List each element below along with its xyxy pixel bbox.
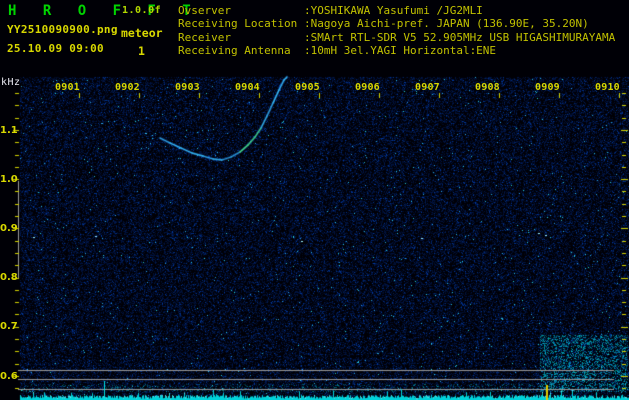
xtick-0909: 0909 (535, 82, 560, 93)
xtick-0901: 0901 (55, 82, 80, 93)
info-value: :10mH 3el.YAGI Horizontal:ENE (304, 44, 497, 58)
ytick-1.0: 1.0 (0, 174, 18, 185)
xtick-0903: 0903 (175, 82, 200, 93)
info-row-antenna: Receiving Antenna :10mH 3el.YAGI Horizon… (178, 44, 626, 57)
info-label: Receiver (178, 30, 231, 44)
ytick-0.9: 0.9 (0, 223, 18, 234)
info-label: Receiving Location (178, 17, 298, 31)
xtick-0902: 0902 (115, 82, 140, 93)
ytick-0.6: 0.6 (0, 371, 18, 382)
xtick-0910: 0910 (595, 82, 620, 93)
info-row-location: Receiving Location :Nagoya Aichi-pref. J… (178, 17, 626, 30)
xtick-0905: 0905 (295, 82, 320, 93)
xtick-0906: 0906 (355, 82, 380, 93)
info-value: :Nagoya Aichi-pref. JAPAN (136.90E, 35.2… (304, 17, 589, 31)
ytick-1.1: 1.1 (0, 125, 18, 136)
meteor-count: 1 (138, 44, 145, 58)
info-label: Receiving Antenna (178, 44, 291, 58)
app-version: 1.0.0f (122, 5, 162, 16)
station-info: Ovserver :YOSHIKAWA Yasufumi /JG2MLI Rec… (178, 4, 626, 58)
ytick-0.8: 0.8 (0, 272, 18, 283)
spectrogram-canvas (0, 0, 629, 400)
xtick-0907: 0907 (415, 82, 440, 93)
info-row-observer: Ovserver :YOSHIKAWA Yasufumi /JG2MLI (178, 4, 626, 17)
freq-axis-unit: kHz (1, 77, 21, 88)
mode-label: meteor (121, 26, 163, 40)
info-value: :YOSHIKAWA Yasufumi /JG2MLI (304, 4, 483, 17)
info-row-receiver: Receiver :SMArt RTL-SDR V5 52.905MHz USB… (178, 31, 626, 44)
info-label: Ovserver (178, 4, 231, 17)
info-value: :SMArt RTL-SDR V5 52.905MHz USB HIGASHIM… (304, 30, 616, 44)
datetime-label: 25.10.09 09:00 (7, 42, 104, 55)
xtick-0908: 0908 (475, 82, 500, 93)
ytick-0.7: 0.7 (0, 321, 18, 332)
app-title: H R O F F T (8, 3, 200, 19)
hrofft-screen: H R O F F T 1.0.0f YY2510090900.png mete… (0, 0, 629, 400)
output-filename: YY2510090900.png (7, 23, 118, 36)
xtick-0904: 0904 (235, 82, 260, 93)
